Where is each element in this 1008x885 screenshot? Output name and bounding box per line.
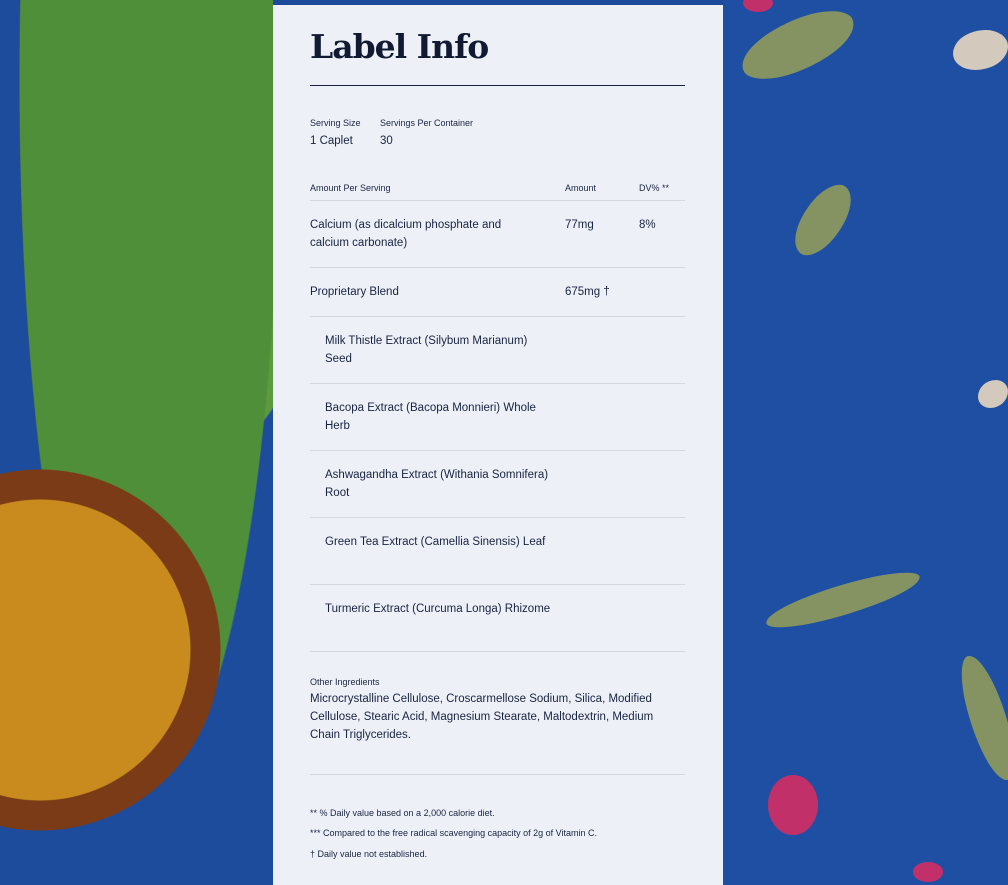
- table-divider: [310, 200, 685, 201]
- seed-image: [953, 30, 1008, 70]
- other-ingredients-value: Microcrystalline Cellulose, Croscarmello…: [310, 693, 654, 741]
- table-divider: [310, 383, 685, 384]
- title-divider: [310, 85, 685, 86]
- background-photo-right: [723, 0, 1008, 885]
- table-divider: [310, 450, 685, 451]
- label-info-panel: Label Info Serving Size 1 Caplet Serving…: [273, 5, 723, 885]
- table-divider: [310, 267, 685, 268]
- servings-per-container-value: 30: [380, 135, 393, 147]
- table-divider: [310, 774, 685, 775]
- seed-image: [978, 380, 1008, 408]
- nutrient-dv: 8%: [639, 219, 656, 231]
- footnote: ** % Daily value based on a 2,000 calori…: [310, 808, 495, 818]
- serving-size-value: 1 Caplet: [310, 135, 353, 147]
- footnote: † Daily value not established.: [310, 849, 428, 859]
- column-header-amount-per-serving: Amount Per Serving: [310, 183, 391, 193]
- nutrient-amount: 77mg: [565, 219, 594, 231]
- footnote: *** Compared to the free radical scaveng…: [310, 828, 597, 838]
- page-title: Label Info: [310, 27, 489, 66]
- blend-ingredient: Green Tea Extract (Camellia Sinensis) Le…: [325, 536, 546, 548]
- blend-ingredient: Ashwagandha Extract (Withania Somnifera)…: [325, 469, 549, 499]
- table-divider: [310, 584, 685, 585]
- other-ingredients-label: Other Ingredients: [310, 677, 380, 687]
- nutrient-amount: 675mg †: [565, 286, 610, 298]
- tea-leaf-image: [781, 176, 865, 264]
- blend-ingredient: Turmeric Extract (Curcuma Longa) Rhizome: [325, 603, 551, 615]
- tea-leaf-image: [733, 0, 863, 90]
- column-header-dv: DV% **: [639, 183, 670, 193]
- serving-size-label: Serving Size: [310, 118, 361, 128]
- table-divider: [310, 517, 685, 518]
- column-header-amount: Amount: [565, 183, 597, 193]
- flower-petal-image: [743, 0, 773, 12]
- table-divider: [310, 651, 685, 652]
- tea-leaf-image: [761, 564, 925, 636]
- background-photo-left: [0, 0, 273, 885]
- table-divider: [310, 316, 685, 317]
- blend-ingredient: Bacopa Extract (Bacopa Monnieri) Whole H…: [325, 402, 536, 432]
- servings-per-container-label: Servings Per Container: [380, 118, 474, 128]
- nutrient-name: Proprietary Blend: [310, 286, 399, 298]
- tea-leaf-image: [953, 650, 1008, 786]
- blend-ingredient: Milk Thistle Extract (Silybum Marianum) …: [325, 335, 528, 365]
- nutrient-name: Calcium (as dicalcium phosphate and calc…: [310, 219, 502, 249]
- flower-petal-image: [913, 862, 943, 882]
- flower-petal-image: [768, 775, 818, 835]
